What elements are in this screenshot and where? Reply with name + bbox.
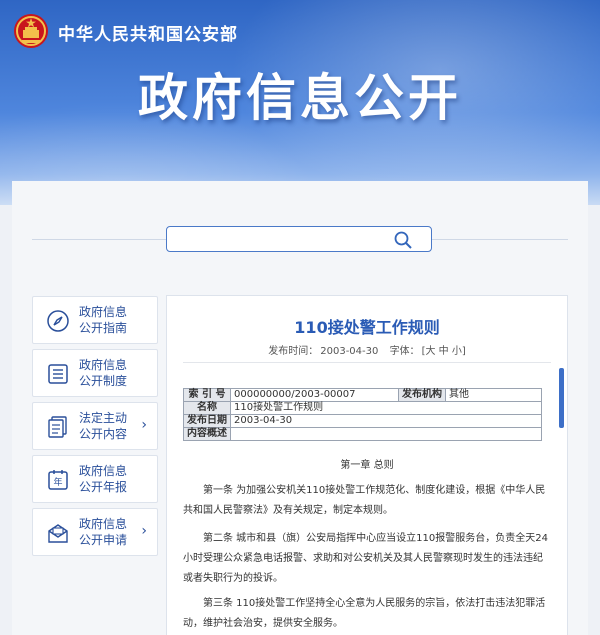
compass-icon xyxy=(47,310,69,332)
org-value: 其他 xyxy=(445,388,542,402)
sidebar-item-label: 法定主动 公开内容 xyxy=(79,410,127,442)
article-meta: 发布时间： 2003-04-30 字体： [大 中 小] xyxy=(167,342,567,357)
year-calendar-icon: 年 xyxy=(48,470,68,490)
date-label: 发布日期 xyxy=(183,414,231,428)
font-size-switch[interactable]: [大 中 小] xyxy=(422,346,466,357)
envelope-icon xyxy=(48,524,68,543)
sidebar-item-label-line2: 公开年报 xyxy=(79,480,128,494)
sidebar-item-label: 政府信息 公开制度 xyxy=(79,357,127,389)
sidebar-item-label-line1: 政府信息 xyxy=(79,305,128,319)
sidebar-item-label-line1: 政府信息 xyxy=(79,517,128,531)
index-label: 索 引 号 xyxy=(183,388,231,402)
scrollbar[interactable] xyxy=(559,368,564,428)
header-banner: 中华人民共和国公安部 政府信息公开 xyxy=(0,0,600,205)
article-paragraph: 第三条 110接处警工作坚持全心全意为人民服务的宗旨，依法打击违法犯罪活动，维护… xyxy=(183,598,546,629)
date-value: 2003-04-30 xyxy=(230,414,542,428)
article-panel: 110接处警工作规则 发布时间： 2003-04-30 字体： [大 中 小] 索 … xyxy=(166,295,568,635)
documents-stack-icon xyxy=(48,416,67,438)
national-emblem-icon[interactable] xyxy=(13,13,49,49)
sidebar-item-label-line1: 政府信息 xyxy=(79,358,128,372)
chapter-heading: 第一章 总则 xyxy=(340,460,394,471)
sidebar-item-label-line2: 公开内容 xyxy=(79,427,128,441)
sidebar-item-guide[interactable]: 政府信息 公开指南 xyxy=(32,296,158,344)
sidebar-item-label-line2: 公开制度 xyxy=(79,374,128,388)
name-value: 110接处警工作规则 xyxy=(230,401,542,415)
summary-value xyxy=(230,427,542,441)
article-title: 110接处警工作规则 xyxy=(294,318,440,337)
sidebar-item-label: 政府信息 公开指南 xyxy=(79,304,127,336)
table-row: 内容概述 xyxy=(183,427,542,441)
info-table: 索 引 号 000000000/2003-00007 发布机构 其他 名称 11… xyxy=(183,388,542,441)
svg-text:年: 年 xyxy=(53,476,62,488)
sidebar-item-label: 政府信息 公开年报 xyxy=(79,463,127,495)
table-row: 发布日期 2003-04-30 xyxy=(183,414,542,428)
article-paragraph: 第二条 城市和县（旗）公安局指挥中心应当设立110报警服务台，负责全天24小时受… xyxy=(183,533,548,584)
sidebar-item-label-line1: 法定主动 xyxy=(79,411,128,425)
sidebar-item-annual-report[interactable]: 年 政府信息 公开年报 xyxy=(32,455,158,503)
sidebar-item-label: 政府信息 公开申请 xyxy=(79,516,127,548)
font-label: 字体： xyxy=(389,346,420,357)
article-paragraph: 第一条 为加强公安机关110接处警工作规范化、制度化建设，根据《中华人民共和国人… xyxy=(183,485,546,516)
org-label: 发布机构 xyxy=(398,388,446,402)
table-row: 名称 110接处警工作规则 xyxy=(183,401,542,415)
sidebar-item-label-line2: 公开申请 xyxy=(79,533,128,547)
publish-date: 2003-04-30 xyxy=(320,346,379,357)
table-row: 索 引 号 000000000/2003-00007 发布机构 其他 xyxy=(183,388,542,402)
publish-label: 发布时间： xyxy=(268,346,319,357)
sidebar-item-system[interactable]: 政府信息 公开制度 xyxy=(32,349,158,397)
sidebar-item-active-disclosure[interactable]: 法定主动 公开内容 › xyxy=(32,402,158,450)
divider xyxy=(183,362,551,363)
sidebar-item-application[interactable]: 政府信息 公开申请 › xyxy=(32,508,158,556)
index-value: 000000000/2003-00007 xyxy=(230,388,399,402)
search-icon[interactable] xyxy=(393,230,413,250)
chevron-right-icon: › xyxy=(141,523,147,539)
search-input[interactable] xyxy=(166,226,432,252)
document-list-icon xyxy=(48,364,68,384)
page-title: 政府信息公开 xyxy=(138,69,462,127)
name-label: 名称 xyxy=(183,401,231,415)
ministry-name[interactable]: 中华人民共和国公安部 xyxy=(58,20,238,45)
summary-label: 内容概述 xyxy=(183,427,231,441)
sidebar-item-label-line2: 公开指南 xyxy=(79,321,128,335)
sidebar-item-label-line1: 政府信息 xyxy=(79,464,128,478)
chevron-right-icon: › xyxy=(141,417,147,433)
